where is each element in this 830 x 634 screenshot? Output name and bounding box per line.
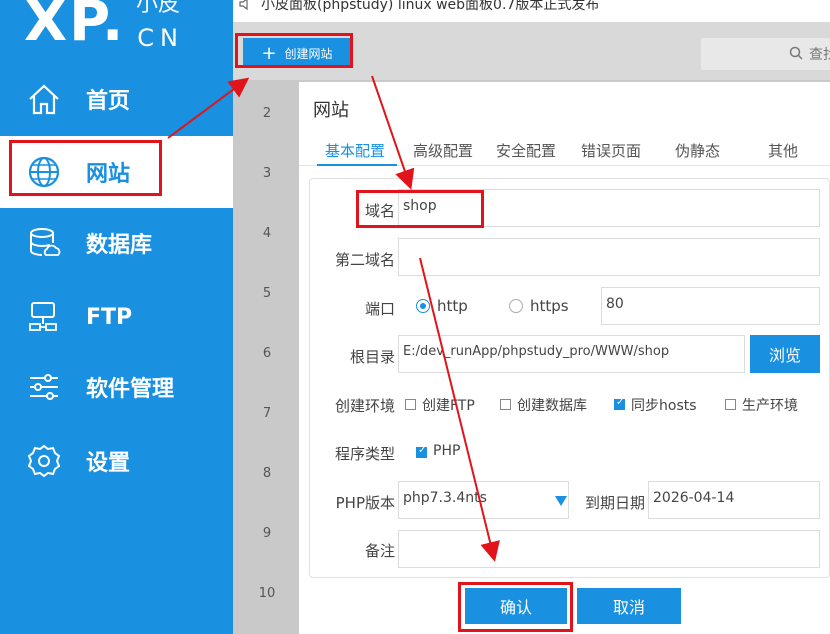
table-row-number: 9 — [262, 526, 272, 541]
search-icon — [789, 46, 803, 60]
tab-other[interactable]: 其他 — [768, 140, 798, 161]
expire-date-label: 到期日期 — [584, 494, 645, 512]
table-row-number: 5 — [262, 286, 272, 301]
window-title: 小皮面板(phpstudy) linux web面板0.7版本正式发布 — [261, 0, 600, 13]
php-version-label: PHP版本 — [335, 494, 395, 512]
php-checkbox-label: PHP — [433, 443, 461, 459]
sidebar-item-database[interactable]: 数据库 — [0, 212, 233, 274]
second-domain-label: 第二域名 — [334, 251, 395, 269]
sidebar-item-label: 数据库 — [86, 233, 153, 258]
dialog-title: 网站 — [313, 100, 349, 121]
highlight-website-nav — [9, 140, 162, 196]
database-icon — [30, 228, 61, 256]
http-radio-label: http — [437, 297, 468, 315]
sidebar-item-label: 设置 — [86, 451, 131, 476]
search-label: 查找 — [809, 47, 830, 63]
table-row-number: 2 — [262, 106, 272, 121]
sidebar-item-ftp[interactable]: FTP — [0, 286, 233, 348]
sidebar-item-label: FTP — [86, 304, 133, 330]
speaker-icon — [239, 0, 248, 11]
table-row-number: 6 — [262, 346, 272, 361]
table-row-number: 4 — [262, 226, 272, 241]
php-checkbox[interactable] — [416, 445, 427, 458]
tab-basic[interactable]: 基本配置 — [325, 140, 385, 161]
sync-hosts-label: 同步hosts — [631, 398, 697, 414]
sync-hosts-checkbox[interactable] — [614, 397, 625, 410]
program-type-label: 程序类型 — [334, 445, 395, 463]
production-env-checkbox[interactable] — [725, 399, 736, 410]
php-version-select[interactable]: php7.3.4nts — [398, 481, 569, 519]
sidebar-item-settings[interactable]: 设置 — [0, 430, 233, 492]
table-row-number: 7 — [262, 406, 272, 421]
tab-advanced[interactable]: 高级配置 — [413, 140, 473, 161]
create-db-label: 创建数据库 — [517, 398, 587, 414]
active-tab-indicator — [317, 164, 397, 166]
sidebar: XP. CN 小皮 首页 网站 数据库 FTP 软件管理 设置 — [0, 0, 233, 634]
highlight-domain-field — [356, 190, 484, 228]
sidebar-item-software[interactable]: 软件管理 — [0, 356, 233, 418]
browse-button[interactable]: 浏览 — [750, 335, 820, 373]
expire-date-input[interactable]: 2026-04-14 — [648, 481, 820, 519]
highlight-confirm-button — [458, 582, 573, 632]
logo-mark: XP. — [24, 0, 126, 54]
create-db-checkbox[interactable] — [500, 399, 511, 410]
logo: XP. CN 小皮 — [24, 0, 184, 50]
sidebar-item-label: 首页 — [86, 89, 131, 114]
note-input[interactable] — [398, 530, 820, 568]
website-dialog: 网站 基本配置 高级配置 安全配置 错误页面 伪静态 其他 域名 shop 第二… — [299, 82, 830, 634]
home-icon — [29, 84, 59, 115]
create-env-label: 创建环境 — [334, 397, 395, 415]
ftp-icon — [29, 302, 57, 331]
note-label: 备注 — [364, 542, 395, 560]
table-row-number: 3 — [262, 166, 272, 181]
table-row-number: 10 — [258, 586, 276, 601]
gear-icon — [27, 444, 61, 478]
tab-rewrite[interactable]: 伪静态 — [675, 140, 720, 161]
sliders-icon — [30, 374, 58, 400]
port-input[interactable]: 80 — [601, 287, 820, 325]
https-radio[interactable] — [509, 299, 523, 313]
table-row-number: 8 — [262, 466, 272, 481]
logo-suffix: CN — [137, 24, 184, 52]
root-dir-input[interactable]: E:/dev_runApp/phpstudy_pro/WWW/shop — [398, 335, 745, 373]
https-radio-label: https — [530, 297, 569, 315]
search-box[interactable]: 查找 — [701, 38, 830, 70]
cancel-button[interactable]: 取消 — [577, 588, 681, 624]
root-dir-label: 根目录 — [349, 348, 395, 366]
create-ftp-label: 创建FTP — [422, 398, 475, 414]
sidebar-item-label: 软件管理 — [86, 377, 175, 402]
dialog-tabs: 基本配置 高级配置 安全配置 错误页面 伪静态 其他 — [299, 130, 830, 166]
logo-cn: 小皮 — [136, 0, 181, 17]
http-radio[interactable] — [416, 299, 430, 313]
highlight-create-button — [235, 33, 353, 68]
sidebar-item-home[interactable]: 首页 — [0, 68, 233, 130]
create-ftp-checkbox[interactable] — [405, 399, 416, 410]
chevron-down-icon — [555, 496, 567, 506]
second-domain-input[interactable] — [398, 238, 820, 276]
window-titlebar: 小皮面板(phpstudy) linux web面板0.7版本正式发布 — [233, 0, 830, 22]
port-label: 端口 — [364, 300, 395, 318]
production-env-label: 生产环境 — [742, 398, 798, 414]
tab-error-pages[interactable]: 错误页面 — [581, 140, 641, 161]
tab-security[interactable]: 安全配置 — [496, 140, 556, 161]
